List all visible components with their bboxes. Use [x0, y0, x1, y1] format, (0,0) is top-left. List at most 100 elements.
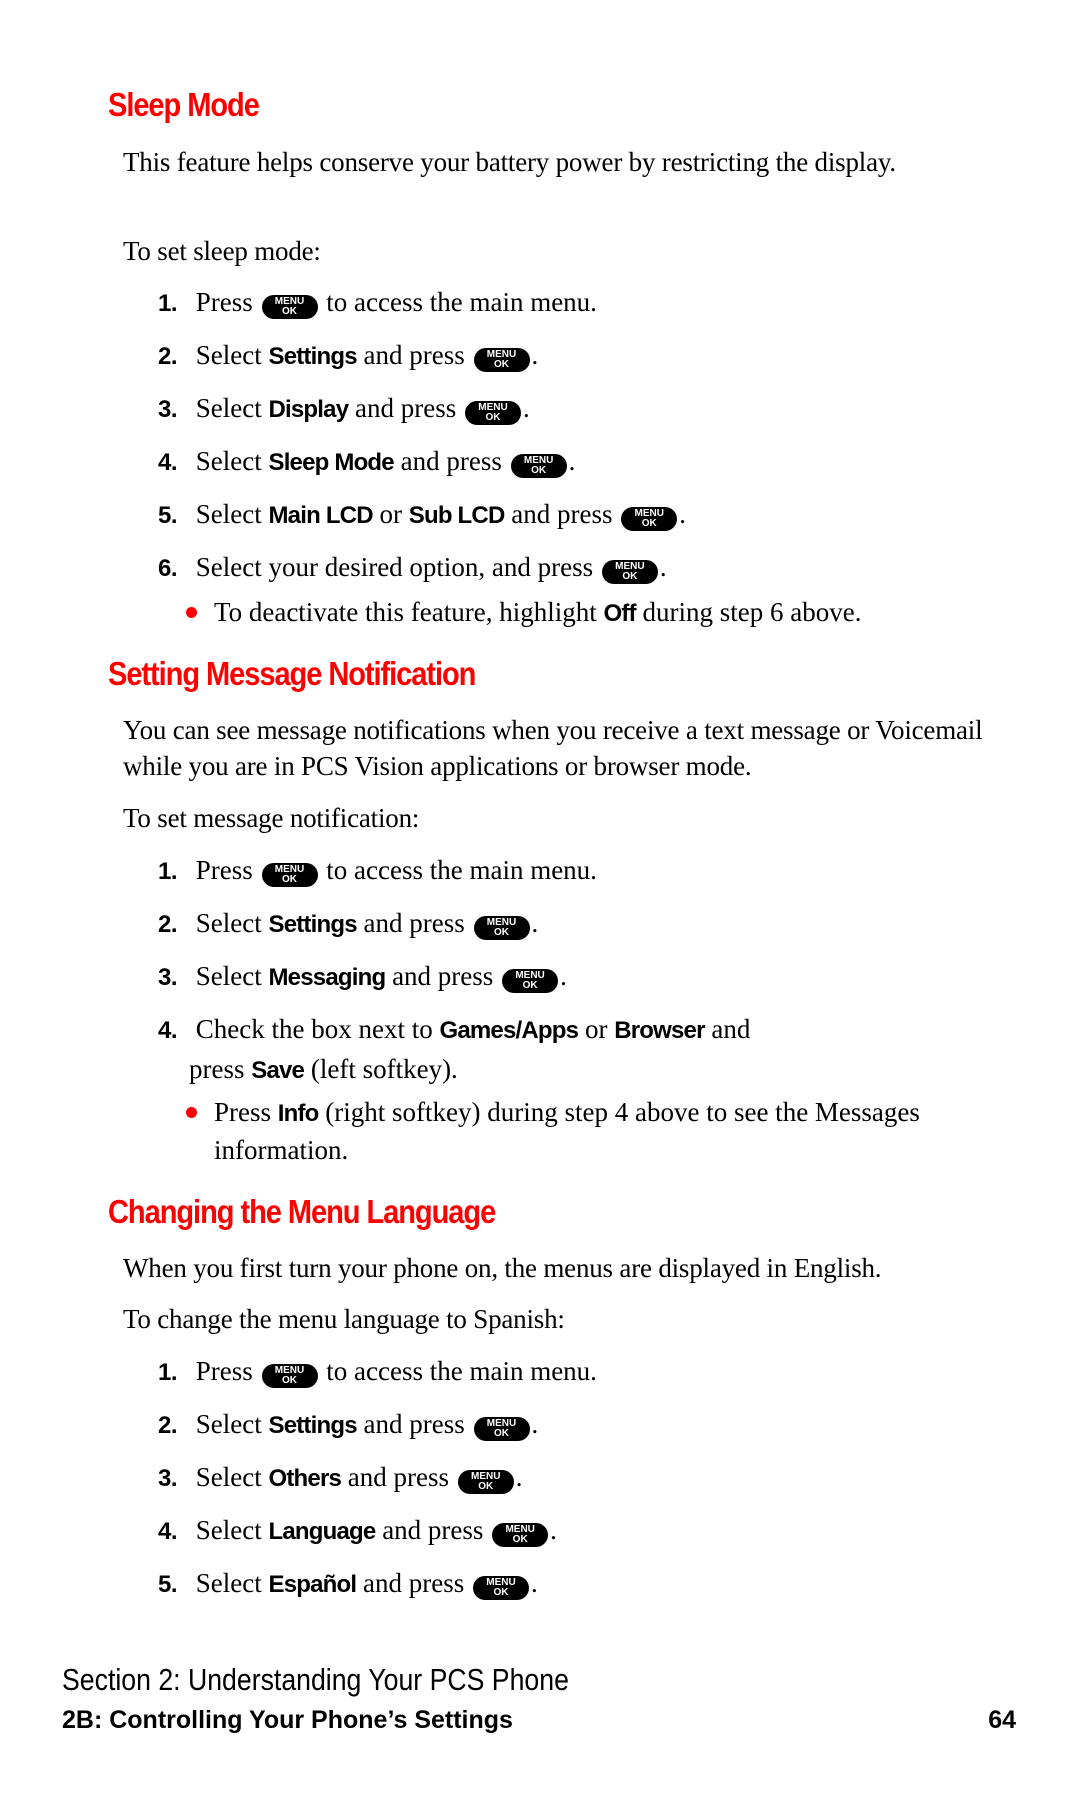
step-text: and press: [363, 908, 465, 938]
menu-item-name: Others: [268, 1465, 342, 1492]
step-text: .: [531, 340, 539, 370]
step-text: and press: [347, 1462, 450, 1492]
step-number: 4.: [158, 1017, 178, 1044]
page-number: 64: [988, 1706, 1016, 1734]
menu-ok-key-icon: MENU OK: [472, 1576, 529, 1600]
bullet-text: Press: [214, 1097, 272, 1127]
step-text: .: [531, 1409, 539, 1439]
step-text: .: [531, 908, 539, 938]
menu-item-name: Browser: [614, 1017, 705, 1044]
menu-item-name: Sleep Mode: [268, 449, 394, 476]
step-text: to access the main menu.: [326, 855, 597, 885]
step-text: Select: [195, 1409, 262, 1439]
step-text: .: [530, 1568, 538, 1598]
message-notification-bullet: Press Info (right softkey) during step 4…: [186, 1094, 994, 1168]
sleep-step-6: 6. Select your desired option, and press…: [158, 548, 667, 588]
menu-item-name: Language: [268, 1518, 376, 1545]
msg-step-2: 2. Select Settings and press MENU OK.: [158, 904, 538, 944]
step-text: and press: [511, 499, 613, 529]
sleep-step-3: 3. Select Display and press MENU OK.: [158, 389, 530, 429]
menu-ok-key-icon: MENU OK: [261, 863, 318, 887]
step-number: 2.: [158, 343, 178, 370]
step-text: Press: [195, 855, 253, 885]
step-text: Check the box next to: [195, 1014, 433, 1044]
msg-step-4: 4. Check the box next to Games/Apps or B…: [158, 1010, 750, 1090]
step-text: Select: [195, 340, 262, 370]
step-text: and press: [355, 393, 457, 423]
footer-chapter-title: 2B: Controlling Your Phone’s Settings: [62, 1706, 513, 1734]
menu-ok-key-icon: MENU OK: [465, 401, 521, 425]
menu-ok-key-icon: MENU OK: [473, 1417, 530, 1441]
menu-ok-key-icon: MENU OK: [473, 916, 530, 940]
footer-section-title: Section 2: Understanding Your PCS Phone: [62, 1662, 569, 1697]
menu-ok-key-icon: MENU OK: [621, 507, 678, 531]
step-text: .: [659, 552, 667, 582]
lang-step-1: 1. Press MENU OK to access the main menu.: [158, 1352, 597, 1392]
step-text: or: [584, 1014, 608, 1044]
step-text: Select: [195, 1462, 262, 1492]
step-text: and press: [400, 446, 502, 476]
step-number: 6.: [158, 555, 178, 582]
step-text: Press: [195, 287, 253, 317]
sleep-mode-lead: To set sleep mode:: [123, 236, 321, 266]
sleep-step-1: 1. Press MENU OK to access the main menu.: [158, 283, 597, 323]
heading-message-notification: Setting Message Notification: [108, 655, 476, 692]
step-number: 3.: [158, 964, 178, 991]
step-text: Select: [195, 908, 262, 938]
menu-ok-key-icon: MENU OK: [601, 560, 658, 584]
step-text: Select: [195, 499, 262, 529]
menu-item-name: Settings: [268, 343, 357, 370]
step-text: Select: [195, 393, 262, 423]
sleep-step-2: 2. Select Settings and press MENU OK.: [158, 336, 538, 376]
step-text: Select your desired option, and press: [195, 552, 594, 582]
step-number: 4.: [158, 1518, 178, 1545]
step-text: and press: [363, 1409, 465, 1439]
menu-language-lead: To change the menu language to Spanish:: [123, 1304, 565, 1334]
step-number: 2.: [158, 1412, 178, 1439]
step-text: press: [189, 1054, 245, 1084]
softkey-name: Save: [251, 1057, 305, 1084]
menu-item-name: Off: [603, 600, 636, 627]
step-number: 3.: [158, 1465, 178, 1492]
step-text: or: [379, 499, 403, 529]
menu-item-name: Español: [268, 1571, 357, 1598]
step-number: 2.: [158, 911, 178, 938]
sleep-mode-intro: This feature helps conserve your battery…: [123, 147, 896, 177]
step-text: .: [550, 1515, 557, 1545]
sleep-step-4: 4. Select Sleep Mode and press MENU OK.: [158, 442, 575, 482]
heading-menu-language: Changing the Menu Language: [108, 1193, 496, 1230]
bullet-dot-icon: [186, 607, 197, 618]
heading-sleep-mode: Sleep Mode: [108, 86, 260, 123]
step-text: and press: [392, 961, 494, 991]
step-text: Select: [195, 1568, 262, 1598]
step-continuation: press Save (left softkey).: [158, 1050, 750, 1090]
menu-language-intro: When you first turn your phone on, the m…: [123, 1253, 882, 1283]
menu-ok-key-icon: MENU OK: [261, 1364, 318, 1388]
step-text: to access the main menu.: [326, 287, 597, 317]
menu-item-name: Main LCD: [268, 502, 373, 529]
step-text: .: [523, 393, 530, 423]
manual-page: Sleep Mode This feature helps conserve y…: [0, 0, 1080, 1800]
step-text: and press: [363, 1568, 465, 1598]
bullet-text: during step 6 above.: [642, 597, 862, 627]
menu-ok-key-icon: MENU OK: [492, 1523, 549, 1547]
step-number: 1.: [158, 1359, 178, 1386]
step-text: (left softkey).: [310, 1054, 458, 1084]
step-text: and press: [382, 1515, 484, 1545]
menu-ok-key-icon: MENU OK: [510, 454, 567, 478]
menu-ok-key-icon: MENU OK: [473, 348, 530, 372]
bullet-text: To deactivate this feature, highlight: [214, 597, 597, 627]
step-number: 1.: [158, 858, 178, 885]
step-text: and press: [363, 340, 465, 370]
step-text: .: [568, 446, 576, 476]
step-text: Press: [195, 1356, 253, 1386]
lang-step-3: 3. Select Others and press MENU OK.: [158, 1458, 523, 1498]
message-notification-intro: You can see message notifications when y…: [123, 715, 983, 781]
step-number: 5.: [158, 1571, 178, 1598]
menu-item-name: Messaging: [268, 964, 386, 991]
sleep-mode-bullet: To deactivate this feature, highlight Of…: [186, 594, 994, 632]
step-number: 3.: [158, 396, 178, 423]
step-text: Select: [195, 1515, 262, 1545]
step-text: and: [711, 1014, 751, 1044]
menu-ok-key-icon: MENU OK: [261, 295, 318, 319]
